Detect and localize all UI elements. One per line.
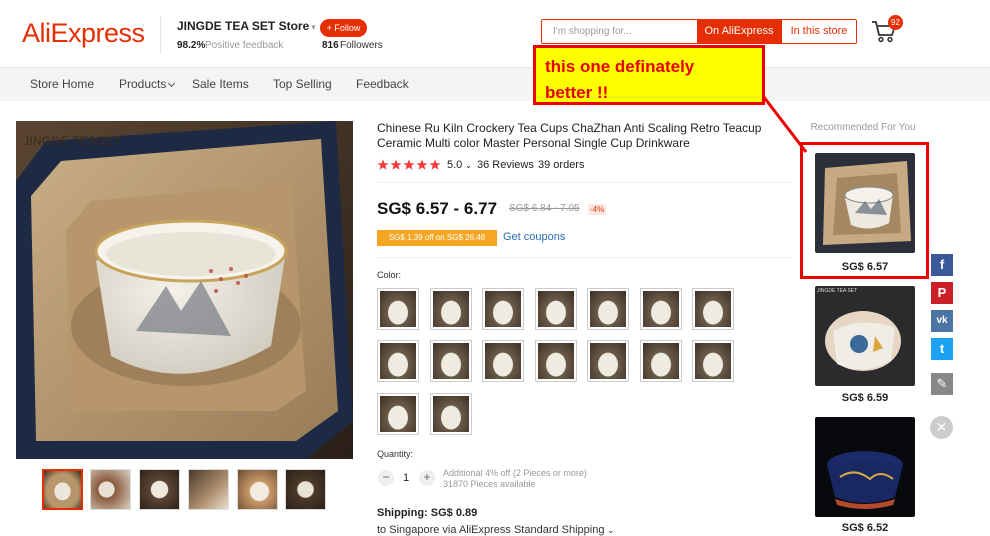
chevron-down-icon[interactable]: ⌄ [604, 525, 615, 535]
followers-count: 816 [322, 40, 339, 51]
twitter-icon[interactable]: t [931, 338, 953, 360]
recommended-item-image[interactable] [815, 417, 915, 517]
gallery-thumbnail[interactable] [285, 469, 326, 510]
gallery-thumbnail[interactable] [188, 469, 229, 510]
gallery-thumbnail[interactable] [139, 469, 180, 510]
nav-sale-items[interactable]: Sale Items [192, 77, 249, 91]
annotation-text-line1: this one definately [545, 57, 695, 76]
color-swatch[interactable] [692, 288, 734, 330]
recommended-title: Recommended For You [810, 122, 916, 133]
header-divider [160, 16, 161, 54]
search-input[interactable] [542, 20, 697, 43]
aliexpress-logo[interactable]: AliExpress [22, 18, 145, 49]
quantity-discount-note: Additional 4% off (2 Pieces or more) [443, 468, 587, 478]
recommended-item-price[interactable]: SG$ 6.52 [815, 522, 915, 534]
quantity-increase-button[interactable]: + [419, 470, 435, 486]
original-price: SG$ 6.84 - 7.05 [509, 203, 580, 214]
quantity-decrease-button[interactable]: − [378, 470, 394, 486]
color-swatch[interactable] [535, 288, 577, 330]
gallery-thumbnail[interactable] [90, 469, 131, 510]
product-title: Chinese Ru Kiln Crockery Tea Cups ChaZha… [377, 121, 762, 150]
gallery-thumbnail[interactable] [237, 469, 278, 510]
main-product-image[interactable] [16, 121, 353, 459]
color-swatch[interactable] [692, 340, 734, 382]
quantity-label: Quantity: [377, 449, 414, 459]
nav-products-label[interactable]: Products [119, 77, 166, 91]
quantity-input[interactable]: 1 [403, 472, 409, 484]
feedback-label: Positive feedback [205, 40, 284, 51]
gallery-thumbnail[interactable] [42, 469, 83, 510]
shipping-method[interactable]: to Singapore via AliExpress Standard Shi… [377, 524, 615, 536]
color-swatch[interactable] [587, 288, 629, 330]
color-swatch[interactable] [482, 340, 524, 382]
coupon-badge[interactable]: SG$ 1.39 off on SG$ 26.48 [377, 230, 497, 246]
reviews-link[interactable]: 36 Reviews [477, 159, 534, 171]
color-swatch[interactable] [640, 288, 682, 330]
search-on-aliexpress-button[interactable]: On AliExpress [697, 20, 781, 43]
divider [377, 257, 792, 258]
edit-icon[interactable]: ✎ [931, 373, 953, 395]
store-name[interactable]: JINGDE TEA SET Store ▾ [177, 19, 316, 33]
color-label: Color: [377, 270, 402, 280]
chevron-down-icon[interactable]: ⌄ [462, 160, 473, 170]
image-watermark: JINGDE TEASET [23, 134, 121, 148]
rating-value[interactable]: 5.0 ⌄ [447, 159, 472, 171]
rating-value-text[interactable]: 5.0 [447, 159, 462, 171]
facebook-icon[interactable]: f [931, 254, 953, 276]
annotation-text-line2: better !! [545, 83, 609, 102]
color-swatch[interactable] [377, 393, 419, 435]
annotation-highlight-box [800, 142, 929, 279]
chevron-down-icon[interactable]: ▾ [311, 22, 316, 32]
color-swatch[interactable] [377, 340, 419, 382]
color-swatch[interactable] [587, 340, 629, 382]
cart-count-badge: 92 [888, 15, 903, 30]
close-icon[interactable]: ✕ [930, 416, 953, 439]
vk-icon[interactable]: vk [931, 310, 953, 332]
shipping-price: Shipping: SG$ 0.89 [377, 507, 478, 519]
nav-store-home[interactable]: Store Home [30, 77, 94, 91]
followers-label: Followers [340, 40, 383, 51]
color-swatch[interactable] [430, 393, 472, 435]
feedback-percent: 98.2% [177, 40, 206, 51]
pinterest-icon[interactable]: P [931, 282, 953, 304]
recommended-item-image[interactable] [815, 286, 915, 386]
color-swatch[interactable] [430, 288, 472, 330]
divider [377, 182, 792, 183]
nav-products[interactable]: Products [119, 77, 176, 91]
discount-badge: -4% [588, 204, 607, 215]
color-swatch[interactable] [482, 288, 524, 330]
pieces-available: 31870 Pieces available [443, 479, 536, 489]
shipping-method-text[interactable]: to Singapore via AliExpress Standard Shi… [377, 524, 604, 536]
orders-count: 39 orders [538, 159, 585, 171]
color-swatch[interactable] [377, 288, 419, 330]
get-coupons-link[interactable]: Get coupons [503, 231, 565, 243]
nav-feedback[interactable]: Feedback [356, 77, 409, 91]
price-range: SG$ 6.57 - 6.77 [377, 199, 498, 218]
color-swatch[interactable] [640, 340, 682, 382]
color-swatch[interactable] [535, 340, 577, 382]
chevron-down-icon[interactable] [168, 79, 176, 88]
search-in-store-button[interactable]: In this store [781, 20, 856, 43]
color-swatch[interactable] [430, 340, 472, 382]
store-name-text[interactable]: JINGDE TEA SET Store [177, 19, 309, 33]
recommended-item-brand: JINGDE TEA SET [817, 288, 858, 294]
annotation-callout: this one definately better !! [533, 45, 765, 105]
rating-stars [377, 158, 443, 176]
nav-top-selling[interactable]: Top Selling [273, 77, 332, 91]
recommended-item-price[interactable]: SG$ 6.59 [815, 392, 915, 404]
follow-button[interactable]: + Follow [320, 19, 367, 37]
